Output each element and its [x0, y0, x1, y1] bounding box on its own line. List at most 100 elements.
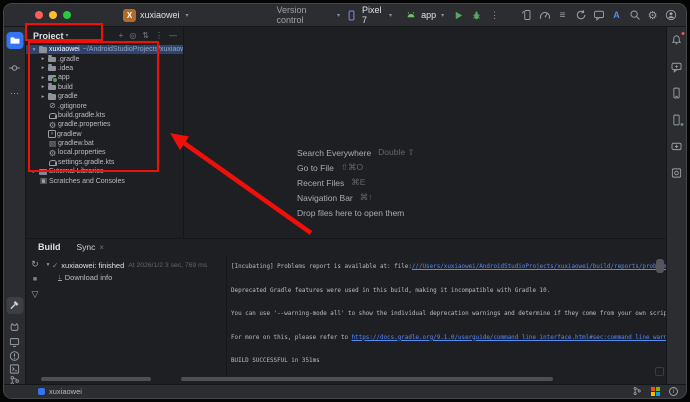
- console-horizontal-scrollbar[interactable]: [181, 377, 553, 381]
- git-branch-icon[interactable]: [632, 386, 642, 398]
- tree-item-external-libraries[interactable]: ▸External Libraries: [26, 167, 183, 176]
- rerun-icon[interactable]: ↻: [31, 259, 39, 270]
- commit-tool-button[interactable]: [6, 59, 23, 76]
- tree-item-gradle[interactable]: ▸gradle: [26, 92, 183, 101]
- chevron-right-icon[interactable]: ▸: [39, 94, 47, 100]
- build-tool-button[interactable]: [6, 297, 23, 314]
- tree-item-gradlew-bat[interactable]: ▤gradlew.bat: [26, 139, 183, 148]
- device-manager-tool-button[interactable]: [668, 84, 685, 101]
- project-tool-window: Project ▾ + ◎ ⇅ ⋮ — ▾xuxiaowei~/AndroidS…: [26, 27, 184, 238]
- search-icon[interactable]: [627, 8, 642, 23]
- tree-item-gradle[interactable]: ▸.gradle: [26, 54, 183, 63]
- info-icon[interactable]: i: [669, 387, 678, 396]
- profiler-icon[interactable]: [537, 8, 552, 23]
- tree-item-label: gradle.properties: [58, 121, 111, 128]
- build-child-row[interactable]: ↓ Download info: [44, 272, 226, 285]
- device-online-badge: [679, 122, 684, 127]
- add-icon[interactable]: +: [119, 31, 124, 40]
- more-tool-windows-button[interactable]: ⋯: [6, 85, 23, 102]
- chevron-right-icon[interactable]: ▸: [39, 56, 47, 62]
- project-tree: ▾xuxiaowei~/AndroidStudioProjects/xuxiao…: [26, 45, 183, 186]
- tree-horizontal-scrollbar[interactable]: [41, 377, 151, 381]
- shortcut-keys: ⌘↑: [360, 192, 373, 203]
- new-chat-tool-button[interactable]: [668, 138, 685, 155]
- vcs-widget[interactable]: Version control ▾: [277, 5, 340, 25]
- feedback-icon[interactable]: [591, 8, 606, 23]
- more-actions-button[interactable]: ⋮: [487, 8, 502, 23]
- chevron-right-icon[interactable]: ▸: [30, 169, 38, 175]
- sync-tab-label: Sync: [77, 242, 96, 252]
- debug-button[interactable]: [469, 8, 484, 23]
- console-link[interactable]: https://docs.gradle.org/9.1.0/userguide/…: [352, 335, 666, 341]
- tab-sync[interactable]: Sync ×: [77, 242, 105, 252]
- build-result-tree: ▾ ✓ xuxiaowei: finished At 2026/1/2 3 se…: [44, 259, 226, 284]
- console-vertical-scrollbar[interactable]: [656, 259, 664, 273]
- stop-icon[interactable]: ■: [33, 276, 37, 283]
- build-root-meta: At 2026/1/2 3 sec, 769 ms: [128, 262, 207, 269]
- console-text: [Incubating] Problems report is availabl…: [231, 264, 412, 270]
- locate-file-icon[interactable]: ◎: [129, 31, 136, 40]
- tree-item-build[interactable]: ▸build: [26, 83, 183, 92]
- gradle-icon: [48, 158, 57, 167]
- running-devices-panel-button[interactable]: [668, 111, 685, 128]
- account-icon[interactable]: [663, 8, 678, 23]
- project-widget[interactable]: X xuxiaowei ▾: [123, 9, 189, 22]
- chevron-right-icon[interactable]: ▸: [39, 84, 47, 90]
- console-line: Deprecated Gradle features were used in …: [227, 278, 666, 301]
- folder-icon: [48, 83, 57, 92]
- run-button[interactable]: [451, 8, 466, 23]
- tree-item-label: local.properties: [58, 149, 105, 156]
- run-config-selector[interactable]: app ▾: [399, 6, 448, 25]
- build-root-row[interactable]: ▾ ✓ xuxiaowei: finished At 2026/1/2 3 se…: [44, 259, 226, 272]
- chevron-down-icon[interactable]: ▾: [30, 47, 38, 53]
- more-options-icon[interactable]: ⋮: [155, 31, 163, 40]
- zoom-window-button[interactable]: [63, 11, 71, 19]
- tree-item-label: gradlew.bat: [58, 140, 94, 147]
- status-project-name: xuxiaowei: [49, 387, 82, 396]
- gemini-tool-button[interactable]: [668, 58, 685, 75]
- translate-icon[interactable]: A: [609, 8, 624, 23]
- close-window-button[interactable]: [35, 11, 43, 19]
- tree-item-settings-gradle-kts[interactable]: settings.gradle.kts: [26, 158, 183, 167]
- chevron-down-icon[interactable]: ▾: [44, 262, 52, 268]
- tree-item-gradle-properties[interactable]: ⚙gradle.properties: [26, 120, 183, 129]
- status-project-widget[interactable]: xuxiaowei: [38, 387, 82, 396]
- minimize-window-button[interactable]: [49, 11, 57, 19]
- hide-panel-icon[interactable]: —: [169, 31, 177, 40]
- device-selector[interactable]: Pixel 7 ▾: [340, 3, 396, 27]
- sync-project-icon[interactable]: [573, 8, 588, 23]
- tree-item-label: .gitignore: [58, 103, 87, 110]
- tree-item-idea[interactable]: ▸.idea: [26, 64, 183, 73]
- close-tab-icon[interactable]: ×: [99, 243, 104, 252]
- build-console[interactable]: [Incubating] Problems report is availabl…: [226, 255, 666, 376]
- android-studio-screenshot: X xuxiaowei ▾ Version control ▾ Pixel 7 …: [0, 0, 690, 402]
- titlebar: X xuxiaowei ▾ Version control ▾ Pixel 7 …: [4, 4, 686, 27]
- task-list-icon[interactable]: ≡: [555, 8, 570, 23]
- phone-icon: [344, 8, 359, 23]
- tree-item-gitignore[interactable]: ⊘.gitignore: [26, 101, 183, 110]
- tree-item-gradlew[interactable]: >gradlew: [26, 130, 183, 139]
- tree-item-app[interactable]: ▸ app: [26, 73, 183, 82]
- notifications-tool-button[interactable]: [668, 31, 685, 48]
- device-mirroring-icon[interactable]: [519, 8, 534, 23]
- module-icon: [48, 73, 57, 82]
- gear-icon: ⚙: [48, 120, 57, 129]
- tree-item-xuxiaowei[interactable]: ▾xuxiaowei~/AndroidStudioProjects/xuxiao…: [26, 45, 183, 54]
- tree-item-scratches-and-consoles[interactable]: ▣Scratches and Consoles: [26, 176, 183, 185]
- app-inspection-tool-button[interactable]: [668, 164, 685, 181]
- chevron-right-icon[interactable]: ▸: [39, 75, 47, 81]
- chevron-right-icon[interactable]: ▸: [39, 65, 47, 71]
- library-icon: [39, 167, 48, 176]
- tree-item-label: app: [58, 74, 70, 81]
- project-panel-title[interactable]: Project: [33, 31, 64, 41]
- settings-icon[interactable]: ⚙: [645, 8, 660, 23]
- plugin-grid-icon[interactable]: [651, 387, 660, 396]
- console-link[interactable]: ///Users/xuxiaowei/AndroidStudioProjects…: [412, 264, 666, 270]
- tree-item-local-properties[interactable]: ⚙local.properties: [26, 148, 183, 157]
- tree-item-build-gradle-kts[interactable]: build.gradle.kts: [26, 111, 183, 120]
- filter-icon[interactable]: ▽: [32, 289, 39, 300]
- expand-collapse-icon[interactable]: ⇅: [142, 31, 149, 40]
- shortcut-label: Recent Files: [297, 178, 344, 188]
- gradle-icon: [48, 111, 57, 120]
- project-tool-button[interactable]: [6, 32, 23, 49]
